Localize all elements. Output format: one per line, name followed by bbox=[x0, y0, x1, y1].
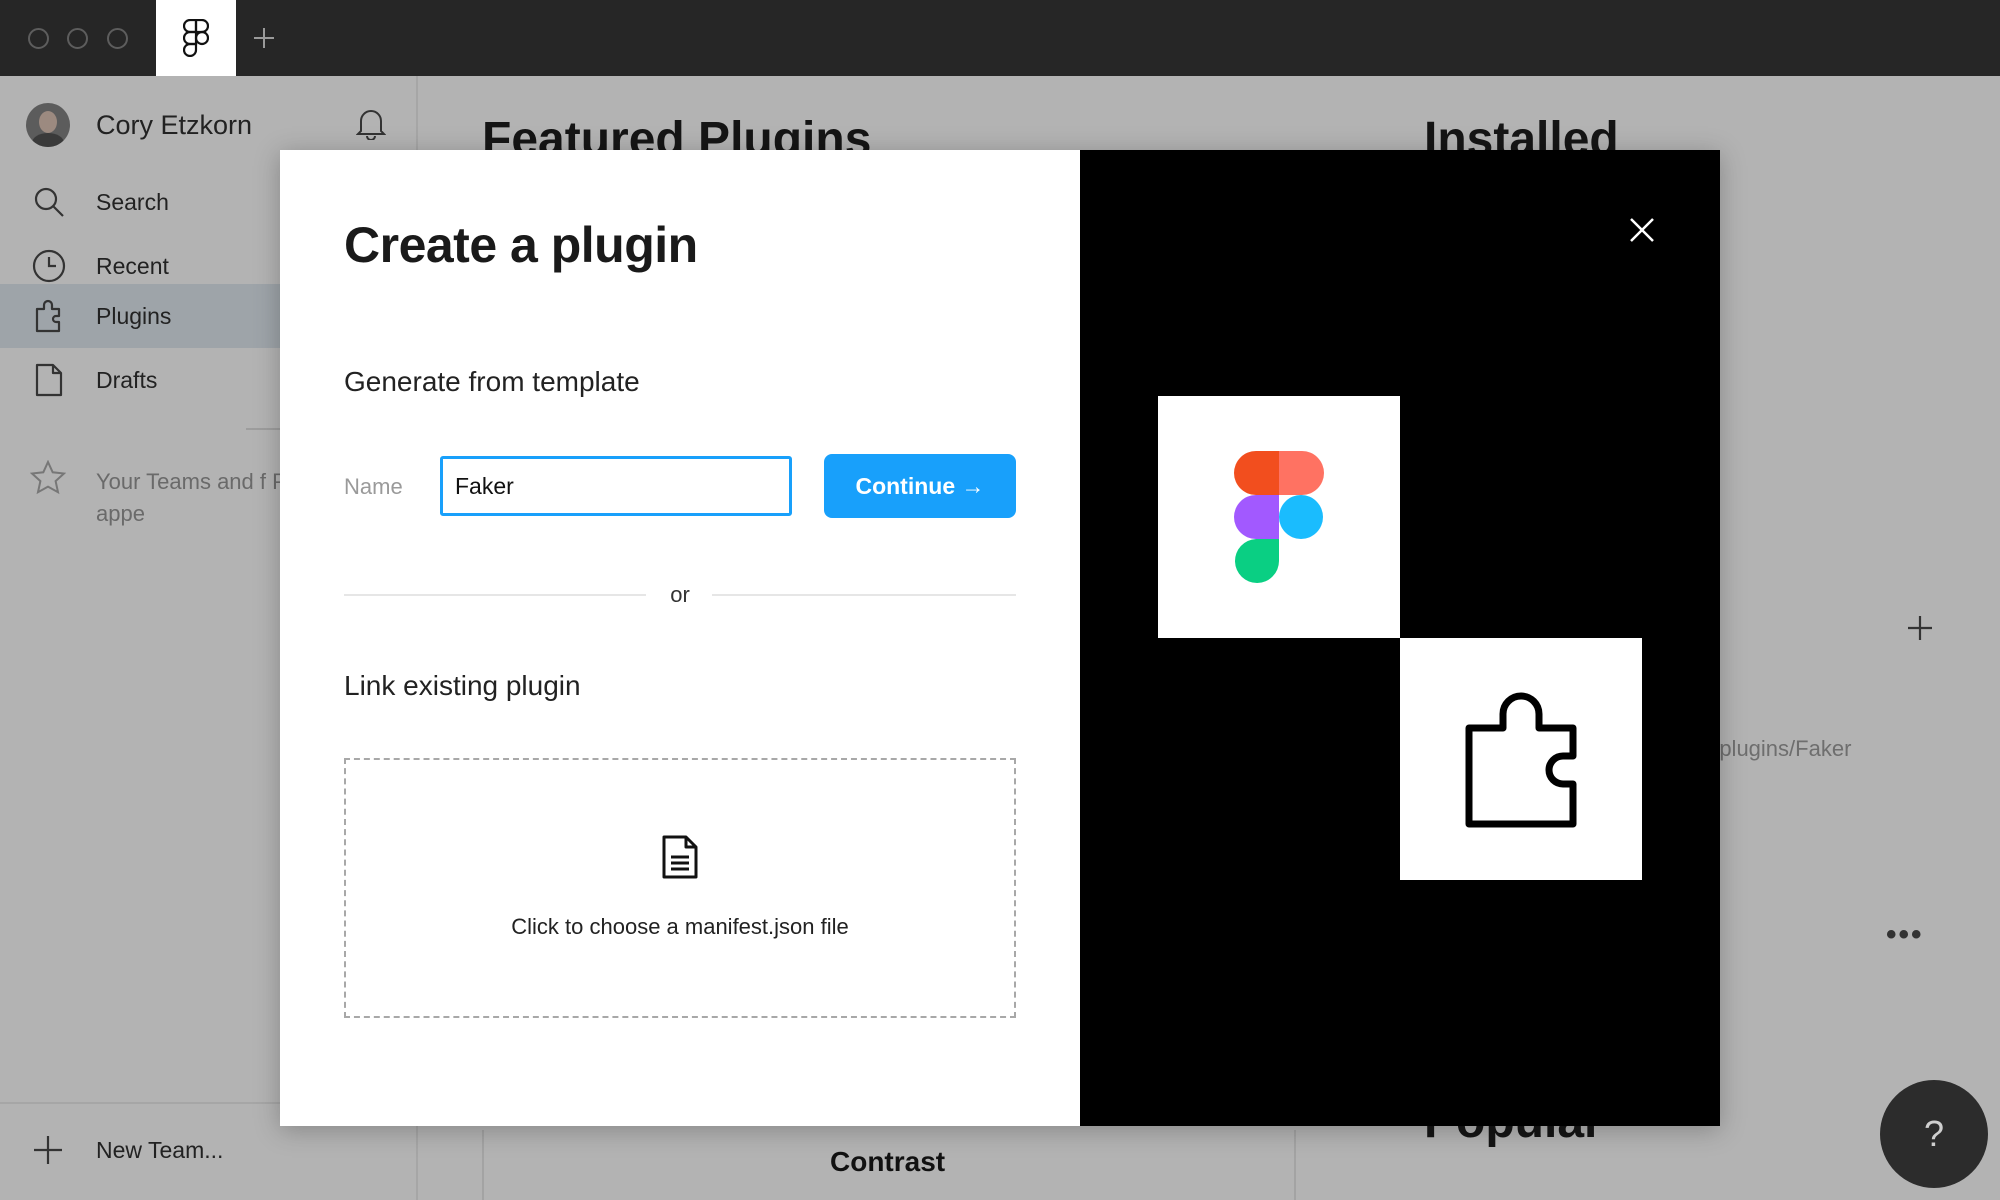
sidebar-item-label: Recent bbox=[96, 252, 169, 279]
plus-icon bbox=[254, 28, 274, 48]
plus-icon bbox=[34, 1136, 62, 1164]
name-label: Name bbox=[344, 474, 403, 499]
help-button[interactable]: ? bbox=[1880, 1080, 1988, 1188]
sidebar-item-label: Plugins bbox=[96, 302, 172, 329]
sidebar-item-label: Drafts bbox=[96, 366, 158, 393]
manifest-dropzone[interactable]: Click to choose a manifest.json file bbox=[344, 758, 1016, 1018]
window-maximize-button[interactable] bbox=[107, 28, 128, 49]
modal-title: Create a plugin bbox=[344, 217, 698, 273]
file-icon bbox=[32, 363, 66, 397]
home-tab[interactable] bbox=[156, 0, 236, 76]
dropzone-text: Click to choose a manifest.json file bbox=[511, 914, 849, 939]
divider-left bbox=[344, 594, 646, 596]
create-plugin-modal: Create a plugin Generate from template N… bbox=[280, 150, 1720, 1126]
figma-tile bbox=[1158, 396, 1400, 638]
bell-icon bbox=[355, 110, 387, 141]
plugin-path: -plugins/Faker bbox=[1712, 736, 1852, 761]
close-modal-button[interactable] bbox=[1622, 210, 1662, 250]
notifications-button[interactable] bbox=[355, 106, 387, 145]
document-icon bbox=[662, 835, 698, 879]
link-section-title: Link existing plugin bbox=[344, 670, 581, 701]
user-name: Cory Etzkorn bbox=[96, 109, 253, 140]
close-icon bbox=[1630, 218, 1654, 242]
title-bar bbox=[0, 0, 2000, 76]
add-plugin-button[interactable] bbox=[1906, 614, 1934, 647]
plugin-icon bbox=[1465, 692, 1577, 828]
sidebar-item-label: Search bbox=[96, 188, 169, 215]
figma-logo-icon bbox=[183, 19, 209, 57]
or-separator: or bbox=[670, 582, 690, 607]
figma-logo-icon bbox=[1234, 451, 1324, 583]
plugin-icon bbox=[32, 299, 66, 333]
new-tab-button[interactable] bbox=[248, 22, 280, 54]
continue-button[interactable]: Continue → bbox=[824, 454, 1016, 518]
new-team-button[interactable]: New Team... bbox=[32, 1134, 223, 1166]
plus-icon bbox=[1908, 616, 1932, 640]
modal-form-panel: Create a plugin Generate from template N… bbox=[280, 150, 1080, 1126]
plugin-tile bbox=[1400, 638, 1642, 880]
plugin-card-title: Contrast bbox=[830, 1146, 946, 1177]
generate-section-title: Generate from template bbox=[344, 366, 640, 397]
window-minimize-button[interactable] bbox=[67, 28, 88, 49]
star-icon bbox=[29, 459, 67, 495]
user-row[interactable]: Cory Etzkorn bbox=[26, 102, 387, 148]
new-team-label: New Team... bbox=[96, 1136, 224, 1163]
plugin-name-input[interactable] bbox=[440, 456, 792, 516]
modal-illustration-panel bbox=[1080, 150, 1720, 1126]
avatar bbox=[26, 103, 70, 147]
search-icon bbox=[32, 185, 66, 219]
more-options-button[interactable]: ••• bbox=[1886, 918, 1924, 952]
divider-right bbox=[712, 594, 1016, 596]
window-close-button[interactable] bbox=[28, 28, 49, 49]
clock-icon bbox=[32, 249, 66, 283]
